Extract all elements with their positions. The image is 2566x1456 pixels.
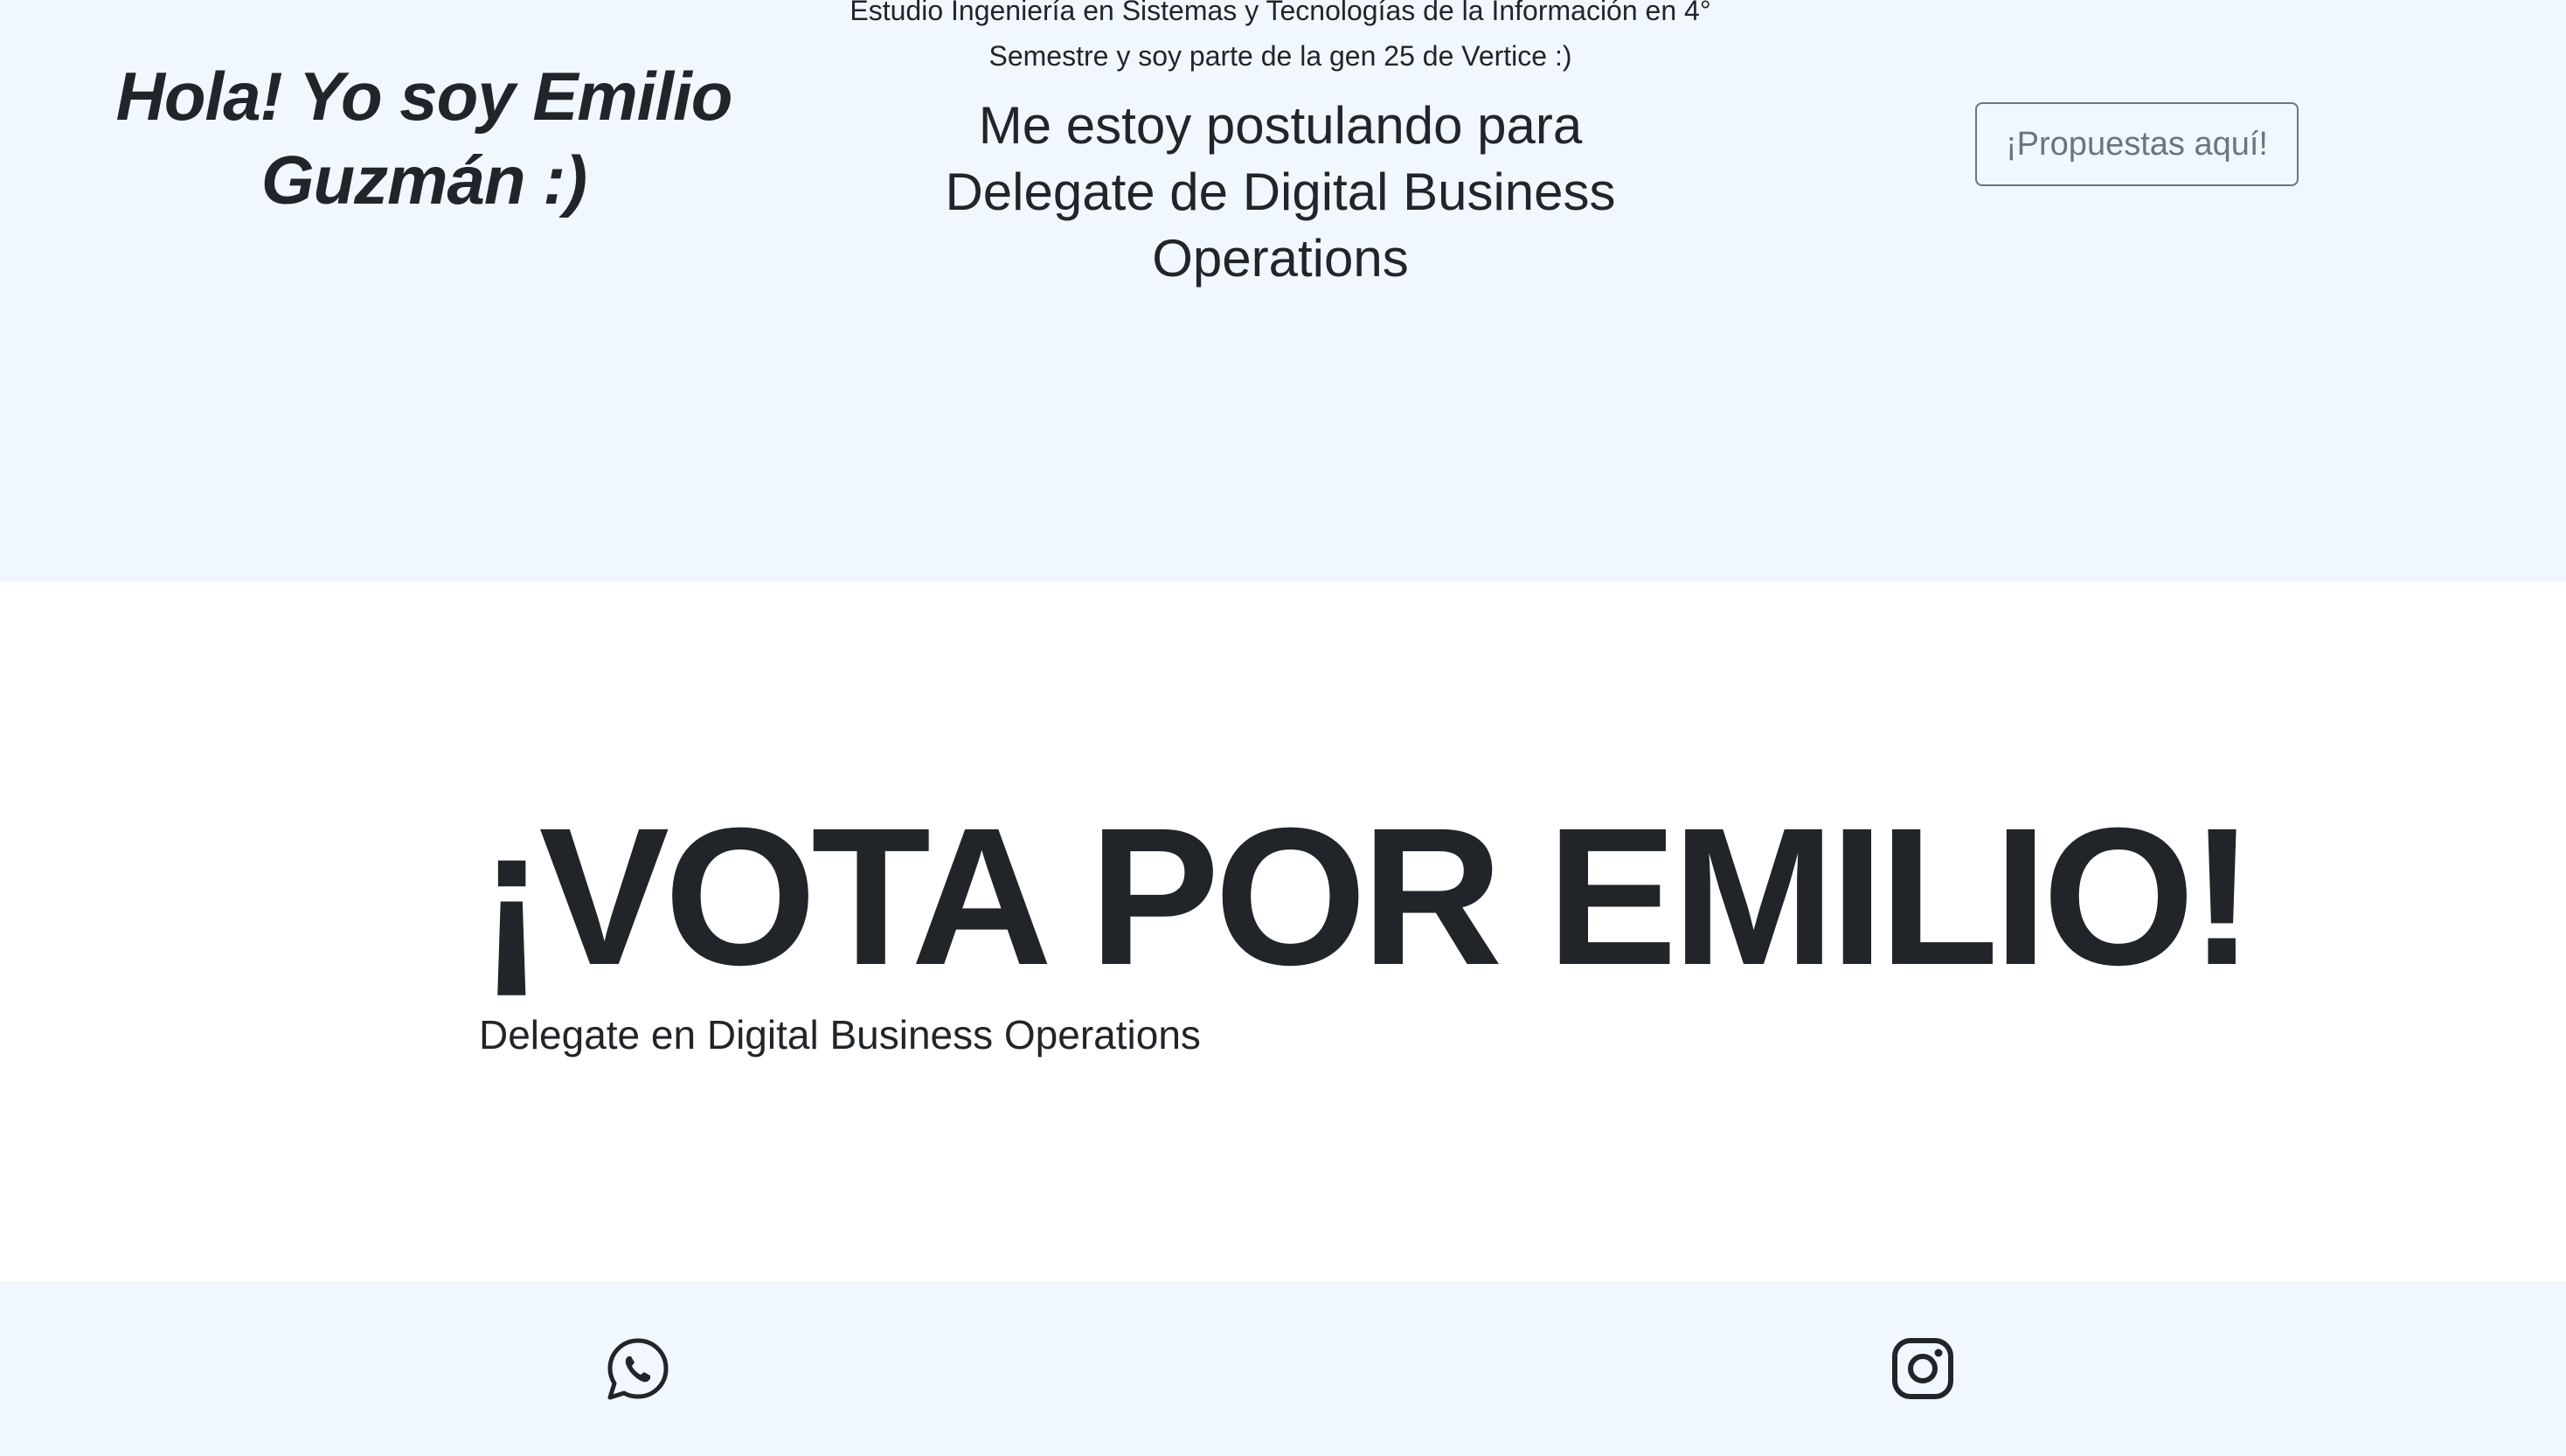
vote-title: ¡VOTA POR EMILIO! xyxy=(479,787,2255,1006)
whatsapp-link[interactable] xyxy=(603,1334,673,1404)
whatsapp-icon xyxy=(607,1338,669,1400)
footer xyxy=(0,1281,2566,1456)
vote-subtitle: Delegate en Digital Business Operations xyxy=(479,1012,1201,1057)
vote-section: ¡VOTA POR EMILIO! Delegate en Digital Bu… xyxy=(0,582,2566,1281)
study-description: Estudio Ingeniería en Sistemas y Tecnolo… xyxy=(850,0,1711,72)
hero-section: Hola! Yo soy Emilio Guzmán :) Estudio In… xyxy=(0,0,2566,582)
instagram-icon xyxy=(1892,1338,1953,1399)
instagram-link[interactable] xyxy=(1888,1334,1958,1404)
greeting-heading: Hola! Yo soy Emilio Guzmán :) xyxy=(115,58,733,218)
candidacy-heading: Me estoy postulando para Delegate de Dig… xyxy=(945,96,1616,288)
proposals-button[interactable]: ¡Propuestas aquí! xyxy=(1975,102,2299,186)
